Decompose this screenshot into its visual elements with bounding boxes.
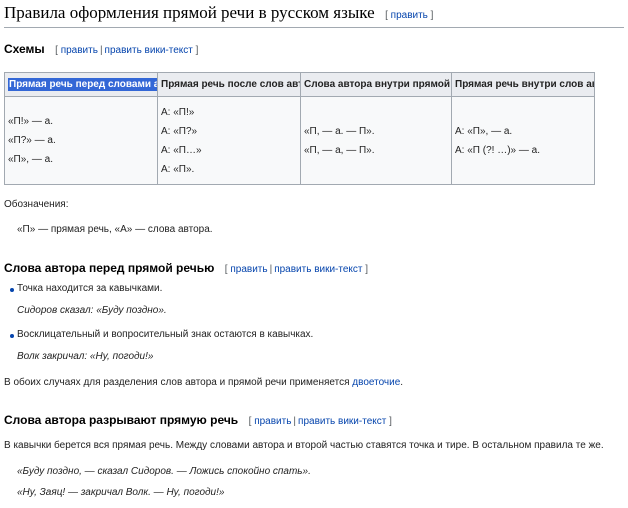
scheme-item: «П», — а. bbox=[8, 154, 53, 165]
table-cell: «П!» — а. «П?» — а. «П», — а. bbox=[4, 96, 158, 185]
rule-example: Волк закричал: «Ну, погоди!» bbox=[17, 351, 154, 362]
section-heading-break: Слова автора разрывают прямую речь [ пра… bbox=[4, 411, 624, 429]
break-example: «Буду поздно, — сказал Сидоров. — Ложись… bbox=[17, 466, 311, 477]
edit-link[interactable]: править bbox=[254, 416, 291, 427]
scheme-item: «П, — а. — П». bbox=[304, 125, 375, 137]
title-edit-link[interactable]: править bbox=[391, 10, 428, 21]
table-cell: А: «П», — а. А: «П (?! …)» — а. bbox=[451, 96, 595, 185]
rule-text: Восклицательный и вопросительный знак ос… bbox=[17, 329, 314, 340]
table-cell: А: «П!» А: «П?» А: «П…» А: «П». bbox=[157, 96, 301, 185]
legend-label: Обозначения: bbox=[4, 199, 69, 210]
table-header-row: Прямая речь перед словами автора Прямая … bbox=[4, 72, 595, 97]
section-title-break: Слова автора разрывают прямую речь bbox=[4, 413, 239, 427]
section-title-before: Слова автора перед прямой речью bbox=[4, 261, 215, 275]
summary-suffix: . bbox=[400, 377, 404, 388]
table-row: «П!» — а. «П?» — а. «П», — а. А: «П!» А:… bbox=[4, 96, 595, 185]
table-header-cell: Слова автора внутри прямой речи bbox=[300, 72, 452, 97]
edit-links-break: [ править | править вики-текст ] bbox=[248, 416, 392, 427]
table-header-cell: Прямая речь перед словами автора bbox=[4, 72, 158, 97]
scheme-item: «П?» — а. bbox=[8, 135, 56, 146]
edit-wikitext-link[interactable]: править вики-текст bbox=[105, 45, 193, 56]
summary-paragraph: В обоих случаях для разделения слов авто… bbox=[4, 377, 403, 388]
bullet-icon bbox=[10, 334, 14, 338]
scheme-item: А: «П», — а. bbox=[455, 125, 513, 137]
section-title-schemes: Схемы bbox=[4, 42, 45, 56]
page-title-bar: Правила оформления прямой речи в русском… bbox=[4, 3, 624, 28]
schemes-table: Прямая речь перед словами автора Прямая … bbox=[4, 72, 595, 185]
rule-example: Сидоров сказал: «Буду поздно». bbox=[17, 305, 167, 316]
edit-links-before: [ править | править вики-текст ] bbox=[224, 264, 369, 275]
edit-links-schemes: [ править | править вики-текст ] bbox=[55, 45, 199, 56]
page-title: Правила оформления прямой речи в русском… bbox=[4, 3, 375, 22]
edit-wikitext-link[interactable]: править вики-текст bbox=[274, 264, 362, 275]
scheme-item: «П!» — а. bbox=[8, 116, 53, 127]
scheme-item: «П, — а, — П». bbox=[304, 144, 375, 156]
table-cell: «П, — а. — П». «П, — а, — П». bbox=[300, 96, 452, 185]
scheme-item: А: «П!» bbox=[161, 106, 195, 118]
edit-link[interactable]: править bbox=[61, 45, 98, 56]
break-rule-text: В кавычки берется вся прямая речь. Между… bbox=[4, 440, 604, 451]
bullet-icon bbox=[10, 288, 14, 292]
section-heading-schemes: Схемы [ править | править вики-текст ] bbox=[4, 40, 624, 58]
legend-text: «П» — прямая речь, «А» — слова автора. bbox=[17, 224, 213, 235]
scheme-item: А: «П?» bbox=[161, 125, 198, 137]
summary-text: В обоих случаях для разделения слов авто… bbox=[4, 377, 353, 388]
colon-link[interactable]: двоеточие bbox=[352, 377, 400, 388]
edit-wikitext-link[interactable]: править вики-текст bbox=[298, 416, 386, 427]
section-heading-before: Слова автора перед прямой речью [ правит… bbox=[4, 259, 624, 277]
title-edit-link-group: [ править ] bbox=[385, 10, 434, 21]
table-header-cell: Прямая речь внутри слов автора bbox=[451, 72, 595, 97]
break-example: «Ну, Заяц! — закричал Волк. — Ну, погоди… bbox=[17, 487, 225, 498]
scheme-item: А: «П…» bbox=[161, 144, 202, 156]
edit-link[interactable]: править bbox=[230, 264, 267, 275]
rule-text: Точка находится за кавычками. bbox=[17, 283, 163, 294]
table-header-cell: Прямая речь после слов автора bbox=[157, 72, 301, 97]
scheme-item: А: «П». bbox=[161, 163, 195, 175]
scheme-item: А: «П (?! …)» — а. bbox=[455, 144, 540, 156]
